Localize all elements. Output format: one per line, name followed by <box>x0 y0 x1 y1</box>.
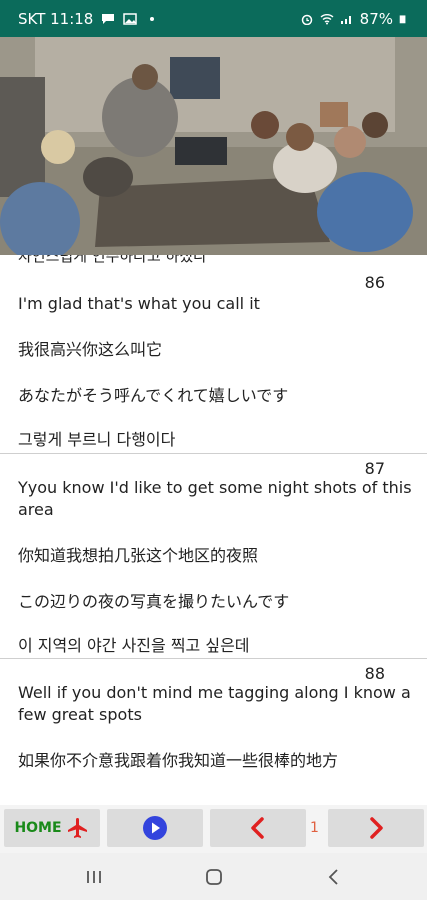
wifi-icon <box>320 13 334 24</box>
page-number: 1 <box>310 820 319 836</box>
subtitle-japanese: あなたがそう呼んでくれて嬉しいです <box>18 386 289 405</box>
subtitle-number: 86 <box>364 273 385 292</box>
battery-icon <box>399 14 406 23</box>
subtitle-english: Well if you don't mind me tagging along … <box>18 683 411 724</box>
subtitle-partial-line: 자연스럽게 연주하라고 하셨다 <box>18 255 207 265</box>
subtitle-number: 88 <box>364 664 385 683</box>
subtitle-entry[interactable]: 86 I'm glad that's what you call it 我很高兴… <box>0 271 427 453</box>
subtitle-chinese: 如果你不介意我跟着你我知道一些很棒的地方 <box>18 751 339 770</box>
bottom-toolbar: HOME 1 <box>0 805 427 853</box>
dot-icon <box>150 16 155 21</box>
carrier-time: SKT 11:18 <box>18 9 94 28</box>
subtitle-english: I'm glad that's what you call it <box>18 294 260 313</box>
subtitle-chinese: 我很高兴你这么叫它 <box>18 340 163 359</box>
chevron-right-icon <box>370 817 383 839</box>
subtitle-entry[interactable]: 87 Yyou know I'd like to get some night … <box>0 457 427 657</box>
video-player[interactable] <box>0 37 427 255</box>
signal-icon <box>340 15 351 24</box>
play-icon <box>143 816 167 840</box>
play-button[interactable] <box>107 809 203 847</box>
subtitle-japanese: この辺りの夜の写真を撮りたいんです <box>18 592 290 611</box>
battery-percent: 87% <box>359 9 393 28</box>
photo-icon <box>123 12 138 25</box>
subtitle-list[interactable]: 자연스럽게 연주하라고 하셨다 86 I'm glad that's what … <box>0 255 427 805</box>
subtitle-chinese: 你知道我想拍几张这个地区的夜照 <box>18 546 259 565</box>
subtitle-entry[interactable]: 88 Well if you don't mind me tagging alo… <box>0 662 427 805</box>
subtitle-korean: 그렇게 부르니 다행이다 <box>18 430 176 449</box>
chat-icon <box>102 13 115 24</box>
home-label: HOME <box>14 820 62 836</box>
subtitle-number: 87 <box>364 459 385 478</box>
recent-apps-icon[interactable] <box>82 865 106 889</box>
previous-button[interactable] <box>210 809 306 847</box>
back-icon[interactable] <box>322 865 346 889</box>
home-button[interactable]: HOME <box>4 809 100 847</box>
home-circle-icon[interactable] <box>202 865 226 889</box>
next-button[interactable] <box>328 809 424 847</box>
alarm-icon <box>301 14 312 25</box>
subtitle-english: Yyou know I'd like to get some night sho… <box>18 478 412 519</box>
video-frame <box>0 37 427 255</box>
system-nav-bar <box>0 853 427 900</box>
subtitle-korean: 이 지역의 야간 사진을 찍고 싶은데 <box>18 636 250 655</box>
chevron-left-icon <box>251 817 264 839</box>
airplane-icon <box>67 818 87 838</box>
status-bar: SKT 11:18 87% <box>0 0 427 37</box>
divider <box>0 453 427 454</box>
divider <box>0 658 427 659</box>
